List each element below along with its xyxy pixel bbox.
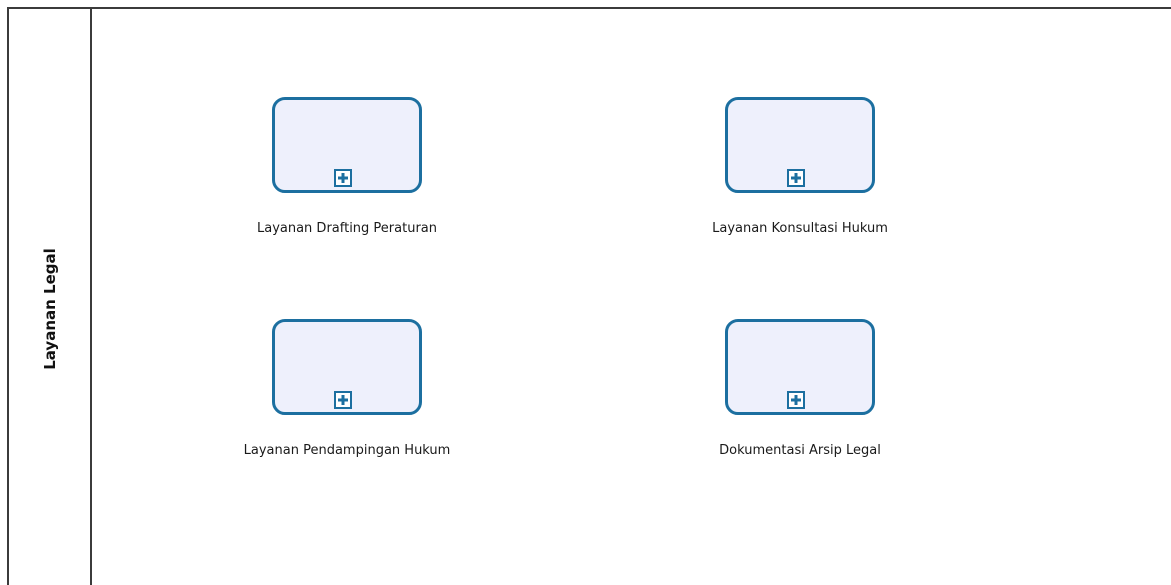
lane-label: Layanan Legal — [41, 248, 59, 370]
subprocess-konsultasi-hukum[interactable]: Layanan Konsultasi Hukum — [712, 97, 888, 236]
plus-icon[interactable] — [334, 391, 352, 409]
plus-icon[interactable] — [334, 169, 352, 187]
lane-header[interactable]: Layanan Legal — [9, 9, 92, 585]
subprocess-label: Layanan Konsultasi Hukum — [712, 221, 888, 236]
subprocess-label: Layanan Pendampingan Hukum — [243, 443, 451, 458]
subprocess-drafting-peraturan[interactable]: Layanan Drafting Peraturan — [257, 97, 437, 236]
diagram-canvas: Layanan Legal Layanan Drafting Peraturan… — [0, 0, 1171, 585]
subprocess-label: Dokumentasi Arsip Legal — [719, 443, 881, 458]
subprocess-dokumentasi-arsip-legal[interactable]: Dokumentasi Arsip Legal — [719, 319, 881, 458]
subprocess-pendampingan-hukum[interactable]: Layanan Pendampingan Hukum — [244, 319, 450, 458]
subprocess-label: Layanan Drafting Peraturan — [256, 221, 438, 236]
pool: Layanan Legal — [7, 7, 1171, 585]
plus-icon[interactable] — [787, 169, 805, 187]
plus-icon[interactable] — [787, 391, 805, 409]
